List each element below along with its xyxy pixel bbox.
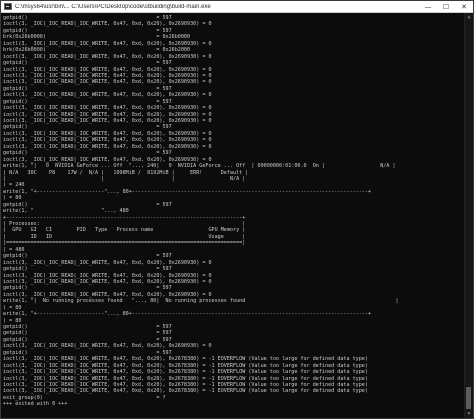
close-button[interactable]: ✕ bbox=[455, 1, 473, 13]
minimize-button[interactable]: — bbox=[419, 1, 437, 13]
console-line: +++ exited with 0 +++ bbox=[3, 401, 68, 408]
title-bar[interactable]: C:\msys64\usr\bin\... C:\Users\PC\Deskto… bbox=[1, 1, 473, 13]
console-output[interactable]: getpid() = 597 ioctl(3, _IOC(_IOC_READ|_I… bbox=[1, 13, 465, 418]
scroll-up-arrow-icon[interactable]: ▲ bbox=[465, 13, 473, 21]
console-line: write(1, "| No running processes found "… bbox=[3, 298, 399, 305]
terminal-window: C:\msys64\usr\bin\... C:\Users\PC\Deskto… bbox=[0, 0, 474, 419]
vertical-scrollbar[interactable]: ▲ ▼ bbox=[464, 13, 473, 418]
maximize-button[interactable]: ☐ bbox=[437, 1, 455, 13]
console-app-icon bbox=[4, 3, 12, 10]
window-title: C:\msys64\usr\bin\... C:\Users\PC\Deskto… bbox=[15, 3, 211, 10]
scroll-down-arrow-icon[interactable]: ▼ bbox=[465, 410, 473, 418]
scrollbar-thumb[interactable] bbox=[466, 387, 471, 409]
window-controls: — ☐ ✕ bbox=[419, 1, 473, 13]
